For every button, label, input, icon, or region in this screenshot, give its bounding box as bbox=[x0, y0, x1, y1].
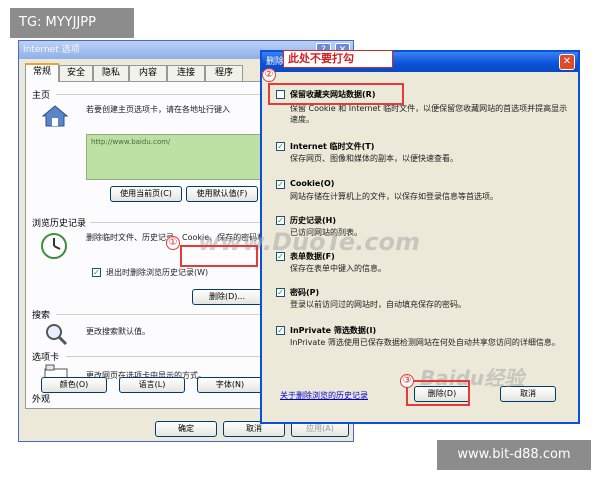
cookies-title: Cookie(O) bbox=[290, 179, 335, 188]
temp-files-desc: 保存网页、图像和媒体的副本，以便快速查看。 bbox=[290, 154, 458, 163]
delete-dialog-close-icon[interactable]: ✕ bbox=[559, 54, 575, 70]
colors-button[interactable]: 颜色(O) bbox=[41, 377, 107, 393]
preserve-favorites-highlight bbox=[268, 83, 404, 105]
homepage-section-label: 主页 bbox=[32, 91, 51, 101]
tab-security[interactable]: 安全 bbox=[59, 65, 93, 81]
tabs-section-label: 选项卡 bbox=[32, 353, 60, 363]
inprivate-title: InPrivate 筛选数据(I) bbox=[290, 326, 377, 335]
house-icon bbox=[42, 105, 68, 127]
history-checkbox[interactable]: ✓ bbox=[276, 216, 285, 225]
do-not-check-callout: 此处不要打勾 bbox=[283, 50, 393, 68]
internet-options-title: Internet 选项 bbox=[23, 45, 80, 55]
search-description: 更改搜索默认值。 bbox=[86, 327, 150, 336]
appearance-section-label: 外观 bbox=[32, 395, 51, 405]
form-data-desc: 保存在表单中键入的信息。 bbox=[290, 264, 386, 273]
fonts-button[interactable]: 字体(N) bbox=[197, 377, 263, 393]
bottom-right-url-tag: www.bit-d88.com bbox=[437, 440, 591, 470]
cookies-desc: 网站存储在计算机上的文件，以保存如登录信息等首选项。 bbox=[290, 192, 498, 201]
cookies-checkbox[interactable]: ✓ bbox=[276, 180, 285, 189]
use-default-button[interactable]: 使用默认值(F) bbox=[186, 186, 258, 202]
ok-button[interactable]: 确定 bbox=[155, 421, 217, 437]
delete-history-button[interactable]: 删除(D)... bbox=[192, 289, 262, 305]
delete-on-exit-label: 退出时删除浏览历史记录(W) bbox=[106, 268, 209, 277]
delete-button-highlight bbox=[180, 245, 258, 267]
tab-privacy[interactable]: 隐私 bbox=[93, 65, 129, 81]
languages-button[interactable]: 语言(L) bbox=[119, 377, 185, 393]
temp-files-checkbox[interactable]: ✓ bbox=[276, 142, 285, 151]
passwords-desc: 登录以前访问过的网站时，自动填充保存的密码。 bbox=[290, 300, 466, 309]
top-left-watermark-tag: TG: MYYJJPP bbox=[10, 8, 134, 38]
history-clock-icon bbox=[41, 233, 67, 259]
step-2-marker: ② bbox=[262, 68, 276, 82]
temp-files-title: Internet 临时文件(T) bbox=[290, 142, 375, 151]
passwords-checkbox[interactable]: ✓ bbox=[276, 288, 285, 297]
step-3-marker: ③ bbox=[400, 374, 414, 388]
delete-on-exit-checkbox[interactable]: ✓ bbox=[92, 268, 101, 277]
preserve-favorites-desc: 保留 Cookie 和 Internet 临时文件，以便保留您收藏网站的首选项并… bbox=[290, 104, 568, 124]
tab-connections[interactable]: 连接 bbox=[167, 65, 205, 81]
use-current-button[interactable]: 使用当前页(C) bbox=[110, 186, 182, 202]
passwords-title: 密码(P) bbox=[290, 288, 320, 297]
delete-confirm-highlight bbox=[406, 380, 470, 406]
history-option-title: 历史记录(H) bbox=[290, 216, 337, 225]
step-1-marker: ① bbox=[166, 236, 180, 250]
search-section-label: 搜索 bbox=[32, 311, 51, 321]
history-section-label: 浏览历史记录 bbox=[32, 219, 87, 229]
inprivate-desc: InPrivate 筛选使用已保存数据检测网站在何处自动共享您访问的详细信息。 bbox=[290, 338, 560, 347]
homepage-url-value: http://www.baidu.com/ bbox=[91, 138, 171, 146]
inprivate-checkbox[interactable]: ✓ bbox=[276, 326, 285, 335]
about-delete-history-link[interactable]: 关于删除浏览的历史记录 bbox=[280, 390, 368, 401]
tab-general[interactable]: 常规 bbox=[25, 63, 59, 82]
search-icon bbox=[46, 324, 68, 346]
tab-programs[interactable]: 程序 bbox=[205, 65, 243, 81]
tab-content[interactable]: 内容 bbox=[129, 65, 167, 81]
